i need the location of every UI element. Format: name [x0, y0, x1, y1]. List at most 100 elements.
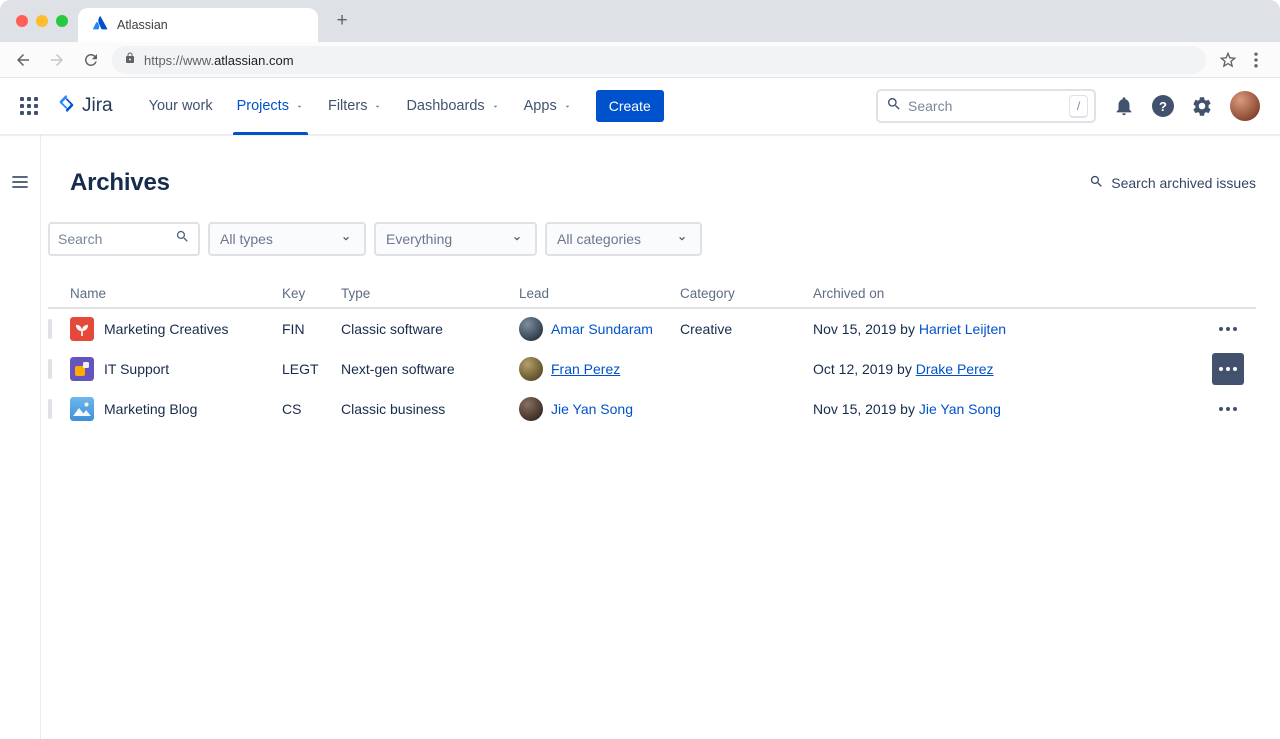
column-header-key: Key — [282, 286, 341, 301]
jira-wordmark: Jira — [82, 95, 113, 117]
jira-navbar: Jira Your work Projects Filters Dashboar… — [0, 78, 1280, 135]
project-key: FIN — [282, 321, 341, 337]
nav-item-filters[interactable]: Filters — [316, 78, 394, 135]
row-checkbox[interactable] — [48, 319, 52, 339]
user-avatar[interactable] — [1230, 91, 1260, 121]
nav-item-dashboards[interactable]: Dashboards — [394, 78, 511, 135]
project-type: Classic software — [341, 321, 519, 337]
project-name: Marketing Blog — [104, 401, 197, 417]
archived-by-link[interactable]: Harriet Leijten — [919, 321, 1006, 337]
forward-button[interactable] — [48, 51, 66, 69]
row-checkbox[interactable] — [48, 359, 52, 379]
project-name: Marketing Creatives — [104, 321, 229, 337]
column-header-archived-on: Archived on — [813, 286, 1200, 301]
new-tab-button[interactable]: + — [330, 9, 354, 33]
browser-toolbar: https://www.atlassian.com — [0, 42, 1280, 78]
global-search[interactable]: / — [876, 89, 1096, 123]
project-type: Classic business — [341, 401, 519, 417]
traffic-lights — [16, 15, 68, 27]
nav-item-projects[interactable]: Projects — [225, 78, 316, 135]
close-window-button[interactable] — [16, 15, 28, 27]
scope-filter-dropdown[interactable]: Everything — [374, 222, 537, 256]
project-search-input[interactable] — [58, 231, 171, 247]
primary-nav: Your work Projects Filters Dashboards Ap… — [137, 78, 584, 135]
jira-logo[interactable]: Jira — [56, 93, 113, 119]
help-icon[interactable]: ? — [1152, 95, 1174, 117]
lead-link[interactable]: Fran Perez — [551, 361, 620, 377]
archived-on-cell: Nov 15, 2019 by Harriet Leijten — [813, 321, 1200, 337]
project-icon-marketing-blog — [70, 397, 94, 421]
tab-title: Atlassian — [117, 18, 168, 32]
lock-icon — [124, 51, 136, 69]
lead-link[interactable]: Amar Sundaram — [551, 321, 653, 337]
search-icon — [175, 229, 190, 249]
project-icon-marketing-creatives — [70, 317, 94, 341]
browser-window: Atlassian + https://www.atlassian.com — [0, 0, 1280, 739]
reload-button[interactable] — [82, 51, 100, 69]
minimize-window-button[interactable] — [36, 15, 48, 27]
row-checkbox[interactable] — [48, 399, 52, 419]
project-type: Next-gen software — [341, 361, 519, 377]
row-more-actions-button[interactable] — [1212, 313, 1244, 345]
project-name: IT Support — [104, 361, 169, 377]
lead-link[interactable]: Jie Yan Song — [551, 401, 633, 417]
filter-bar: All types Everything All categories — [48, 222, 1256, 256]
more-icon — [1226, 367, 1230, 371]
more-icon — [1226, 327, 1230, 331]
expand-sidebar-icon[interactable] — [12, 175, 28, 194]
row-more-actions-button[interactable] — [1212, 353, 1244, 385]
column-header-type: Type — [341, 286, 519, 301]
archived-by-link[interactable]: Drake Perez — [916, 361, 994, 377]
column-header-name: Name — [70, 286, 282, 301]
row-more-actions-button[interactable] — [1212, 393, 1244, 425]
project-category: Creative — [680, 321, 813, 337]
table-row: IT Support LEGT Next-gen software Fran P… — [48, 349, 1256, 389]
settings-gear-icon[interactable] — [1191, 95, 1213, 117]
chevron-down-icon — [563, 102, 572, 111]
archived-by-link[interactable]: Jie Yan Song — [919, 401, 1001, 417]
lead-avatar — [519, 397, 543, 421]
chevron-down-icon — [491, 102, 500, 111]
project-icon-it-support — [70, 357, 94, 381]
address-bar[interactable]: https://www.atlassian.com — [112, 46, 1206, 74]
tab-strip: Atlassian + — [0, 0, 1280, 42]
search-icon — [886, 96, 902, 117]
page-content: Archives Search archived issues All typ — [0, 135, 1280, 739]
browser-tab[interactable]: Atlassian — [78, 8, 318, 42]
back-button[interactable] — [14, 51, 32, 69]
more-icon — [1226, 407, 1230, 411]
browser-menu-icon[interactable] — [1246, 50, 1266, 70]
types-filter-dropdown[interactable]: All types — [208, 222, 366, 256]
table-header-row: Name Key Type Lead Category Archived on — [48, 279, 1256, 309]
column-header-lead: Lead — [519, 286, 680, 301]
nav-item-apps[interactable]: Apps — [512, 78, 584, 135]
project-key: LEGT — [282, 361, 341, 377]
notifications-bell-icon[interactable] — [1113, 95, 1135, 117]
bookmark-star-icon[interactable] — [1218, 50, 1238, 70]
categories-filter-dropdown[interactable]: All categories — [545, 222, 702, 256]
project-search-field[interactable] — [48, 222, 200, 256]
search-icon — [1089, 174, 1104, 192]
global-search-input[interactable] — [908, 98, 1063, 114]
atlassian-favicon-icon — [92, 15, 108, 36]
project-key: CS — [282, 401, 341, 417]
chevron-down-icon — [295, 102, 304, 111]
app-switcher-icon[interactable] — [20, 97, 38, 115]
table-row: Marketing Creatives FIN Classic software… — [48, 309, 1256, 349]
page-title: Archives — [70, 169, 170, 197]
column-header-category: Category — [680, 286, 813, 301]
archived-on-cell: Nov 15, 2019 by Jie Yan Song — [813, 401, 1200, 417]
navbar-right: / ? — [876, 89, 1260, 123]
url-text: https://www.atlassian.com — [144, 53, 294, 68]
chevron-down-icon — [674, 231, 690, 247]
collapsed-sidebar — [0, 135, 41, 739]
search-shortcut-hint: / — [1069, 95, 1088, 118]
create-button[interactable]: Create — [596, 90, 664, 122]
zoom-window-button[interactable] — [56, 15, 68, 27]
archived-projects-table: Name Key Type Lead Category Archived on — [48, 279, 1256, 429]
table-row: Marketing Blog CS Classic business Jie Y… — [48, 389, 1256, 429]
jira-mark-icon — [56, 93, 77, 119]
chevron-down-icon — [509, 231, 525, 247]
search-archived-issues-button[interactable]: Search archived issues — [1089, 174, 1256, 192]
nav-item-your-work[interactable]: Your work — [137, 78, 225, 135]
